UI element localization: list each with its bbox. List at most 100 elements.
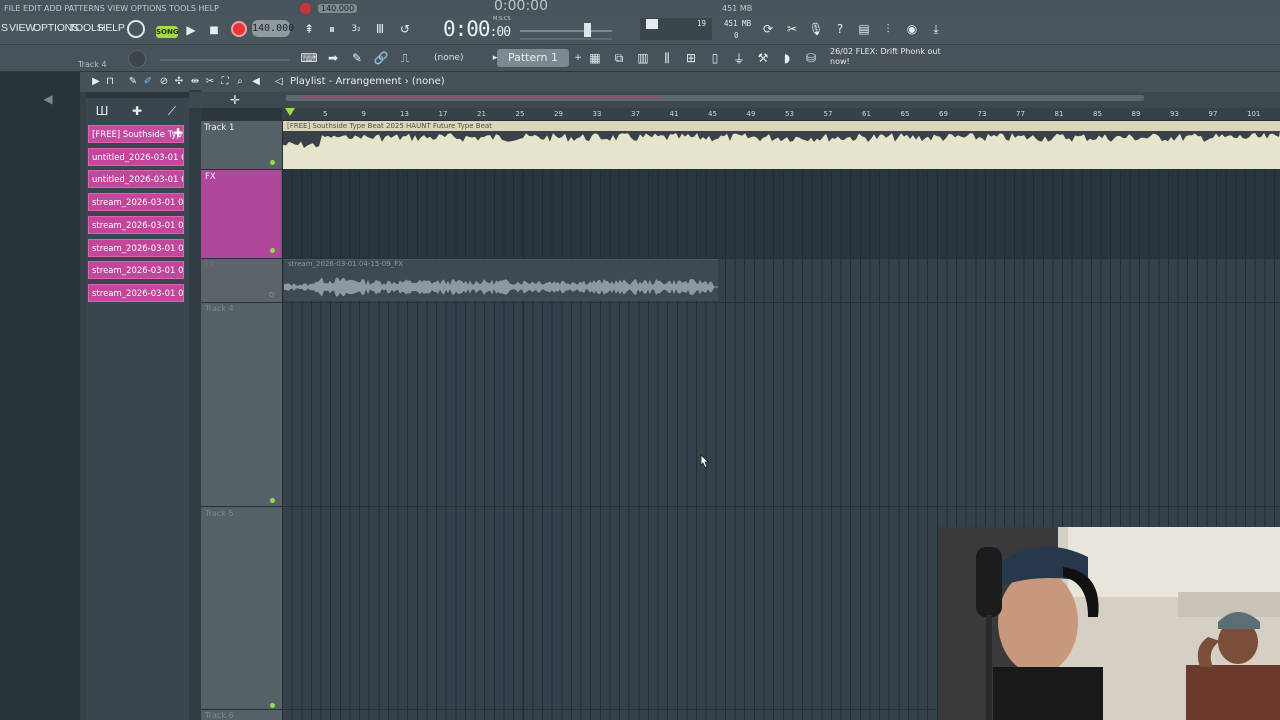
magnet-icon[interactable]: ⊓ xyxy=(103,75,117,89)
track-4-name[interactable]: Track 4 xyxy=(205,304,234,313)
menu-help[interactable]: HELP xyxy=(98,22,125,34)
song-mode-button[interactable]: SONG xyxy=(156,26,179,38)
ruler-bar-number: 25 xyxy=(515,110,525,118)
plugin-db-icon[interactable]: ▯ xyxy=(705,48,725,68)
audio-clip-beat[interactable]: [FREE] Southside Type Beat 2025 HAUNT Fu… xyxy=(283,121,1280,169)
audio-clip-vocal[interactable]: stream_2026-03-01 04-15-09_FX xyxy=(284,259,718,301)
refresh-icon[interactable]: ⟳ xyxy=(758,19,778,39)
picker-clip-item[interactable]: untitled_2026-03-01 04-... xyxy=(88,147,184,166)
metronome-icon[interactable]: ⇞ xyxy=(299,19,319,39)
track-3-name[interactable]: FX xyxy=(205,260,215,269)
picker-automation-icon[interactable]: ⟋ xyxy=(162,101,182,121)
webcam-image xyxy=(938,527,1280,720)
link-icon[interactable]: 🔗 xyxy=(371,48,391,68)
stop-icon[interactable]: ■ xyxy=(204,20,224,40)
ghost-menu-text: FILE EDIT ADD PATTERNS VIEW OPTIONS TOOL… xyxy=(4,4,219,13)
picker-clip-item[interactable]: stream_2026-03-01 04-... xyxy=(88,215,184,234)
picker-clip-item[interactable]: stream_2026-03-01 04-... xyxy=(88,238,184,257)
news-hint[interactable]: 26/02 FLEX: Drift Phonk out now! xyxy=(830,47,950,67)
track-4-led[interactable] xyxy=(270,498,275,503)
microphone-icon[interactable]: 🎙 xyxy=(806,19,826,39)
chat-icon[interactable]: ◉ xyxy=(902,19,922,39)
ruler-bar-number: 9 xyxy=(361,110,366,118)
store-icon[interactable]: ⛁ xyxy=(801,48,821,68)
picker-clip-item[interactable]: stream_2026-03-01 04-... xyxy=(88,261,184,280)
step-edit-icon[interactable]: Ⅲ xyxy=(370,19,390,39)
zoom-icon[interactable]: ⌕ xyxy=(233,75,247,89)
picker-pattern-icon[interactable]: Ш xyxy=(92,101,112,121)
fx-lane-band xyxy=(282,169,1280,258)
add-clip-icon[interactable]: ✚ xyxy=(173,126,183,140)
slice-icon[interactable]: ✂ xyxy=(203,75,217,89)
download-icon[interactable]: ⤓ xyxy=(926,19,946,39)
loop-record-icon[interactable]: ↺ xyxy=(395,19,415,39)
vocal-waveform xyxy=(284,277,718,297)
play-icon-small[interactable]: ▶ xyxy=(89,75,103,89)
pitch-slider[interactable] xyxy=(160,59,290,61)
brush-icon[interactable]: ✎ xyxy=(347,48,367,68)
play-icon[interactable]: ▶ xyxy=(181,20,201,40)
fx-track-header[interactable] xyxy=(201,169,281,258)
channel-rack-icon[interactable]: ⧉ xyxy=(609,48,629,68)
wait-input-icon[interactable]: ⏸ xyxy=(322,19,342,39)
stamp-icon[interactable]: ⎍ xyxy=(395,48,415,68)
ruler-bar-number: 5 xyxy=(323,110,328,118)
cpu-meter-icon xyxy=(127,20,145,38)
master-knob-icon[interactable] xyxy=(128,50,146,68)
tempo-display[interactable]: 140.000 xyxy=(252,20,294,37)
browser-icon[interactable]: ⊞ xyxy=(681,48,701,68)
pencil-icon[interactable]: ✎ xyxy=(126,75,140,89)
countdown-icon[interactable]: 3₂ xyxy=(346,19,366,39)
playlist-nav-icon[interactable]: ◁ xyxy=(272,75,286,89)
piano-roll-icon[interactable]: ▥ xyxy=(633,48,653,68)
picker-clip-item[interactable]: [FREE] Southside Typ... xyxy=(88,125,184,143)
help-icon[interactable]: ? xyxy=(830,19,850,39)
pattern-selector[interactable]: Pattern 1 xyxy=(497,49,569,67)
browser-back-icon[interactable]: ◀ xyxy=(38,89,58,109)
keyboard-icon[interactable]: ⌨ xyxy=(299,48,319,68)
select-icon[interactable]: ⛶ xyxy=(218,75,232,89)
arrangement-selector[interactable]: (none) xyxy=(430,49,485,67)
arrow-right-icon[interactable]: ➡ xyxy=(323,48,343,68)
mixer-view-icon[interactable]: ⫼ xyxy=(657,48,677,68)
picker-clip-item[interactable]: stream_2026-03-01 04-... xyxy=(88,193,184,212)
mixer-icon[interactable]: ⫶ xyxy=(878,19,898,39)
delete-icon[interactable]: ⊘ xyxy=(157,75,171,89)
record-icon[interactable] xyxy=(231,21,247,37)
master-pitch-slider[interactable] xyxy=(520,38,612,40)
playlist-icon[interactable]: ▦ xyxy=(585,48,605,68)
paint-icon[interactable]: ✐ xyxy=(141,75,155,89)
track-6-name[interactable]: Track 6 xyxy=(205,711,234,720)
track-1-led[interactable] xyxy=(270,160,275,165)
master-volume-slider[interactable] xyxy=(520,30,612,32)
track-5-led[interactable] xyxy=(270,703,275,708)
menu-partial[interactable]: S xyxy=(1,22,8,34)
track-1-name[interactable]: Track 1 xyxy=(204,123,234,133)
track-5-name[interactable]: Track 5 xyxy=(205,509,234,518)
plugin-picker-icon[interactable]: ⏚ xyxy=(729,48,749,68)
playhead-marker[interactable] xyxy=(285,108,295,116)
marketplace-icon[interactable]: ◗ xyxy=(777,48,797,68)
master-volume-handle[interactable] xyxy=(584,23,591,37)
picker-clip-item[interactable]: stream_2026-03-01 04-... xyxy=(88,283,184,302)
row-divider xyxy=(201,506,1280,507)
picker-divider[interactable] xyxy=(189,90,201,720)
save-icon[interactable]: ▤ xyxy=(854,19,874,39)
track-3-led[interactable] xyxy=(269,292,274,297)
cpu-value: 19 xyxy=(697,19,707,28)
menu-view[interactable]: VIEW xyxy=(9,22,35,34)
cut-icon[interactable]: ✂ xyxy=(782,19,802,39)
timeline-ruler[interactable] xyxy=(282,108,1280,121)
mute-icon[interactable]: ✣ xyxy=(172,75,186,89)
picker-clip-item[interactable]: untitled_2026-03-01 04-... xyxy=(88,170,184,189)
ruler-bar-number: 13 xyxy=(400,110,409,118)
track-2-name[interactable]: FX xyxy=(205,172,216,182)
ruler-bar-number: 53 xyxy=(785,110,794,118)
picker-audio-icon[interactable]: ✚ xyxy=(127,101,147,121)
slip-icon[interactable]: ⇹ xyxy=(188,75,202,89)
timeline-move-icon[interactable]: ✛ xyxy=(226,90,244,110)
touch-keyboard-icon[interactable]: ⚒ xyxy=(753,48,773,68)
playback-icon[interactable]: ◀ xyxy=(249,75,263,89)
track-2-led[interactable] xyxy=(270,248,275,253)
scrollbar-thumb[interactable] xyxy=(300,96,660,99)
